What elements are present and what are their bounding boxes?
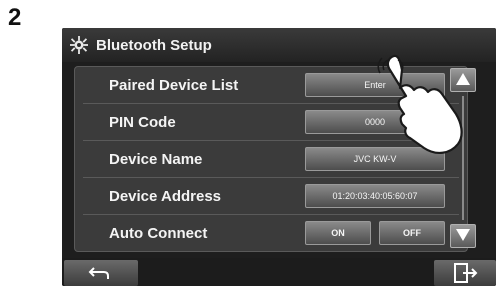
row-auto-connect: Auto Connect ON OFF [75,215,467,251]
device-name-label: Device Name [109,150,203,168]
auto-connect-on-button[interactable]: ON [305,221,371,245]
exit-button[interactable] [434,260,496,286]
triangle-down-icon [456,229,470,241]
back-button[interactable] [64,260,138,286]
scroll-down-button[interactable] [450,224,476,248]
step-number: 2 [8,4,22,31]
back-arrow-icon [88,267,109,279]
paired-device-list-label: Paired Device List [109,76,239,94]
bottom-bar [62,258,496,286]
device-address-label: Device Address [109,187,222,205]
page-title: Bluetooth Setup [96,36,212,54]
auto-connect-label: Auto Connect [109,224,208,242]
exit-icon [454,263,478,283]
auto-connect-off-button[interactable]: OFF [379,221,445,245]
device-address-button[interactable]: 01:20:03:40:05:60:07 [305,184,445,208]
pointing-hand-icon [377,54,463,154]
row-device-address: Device Address 01:20:03:40:05:60:07 [75,178,467,214]
pin-code-label: PIN Code [109,113,176,131]
gear-icon [70,36,88,54]
